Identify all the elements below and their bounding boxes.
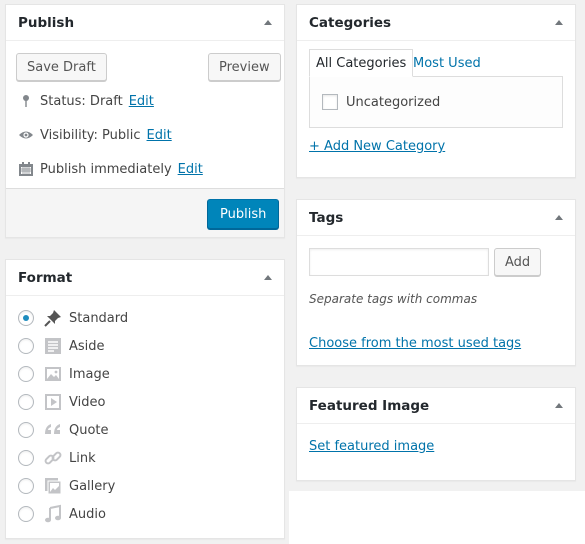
format-header[interactable]: Format: [6, 260, 284, 296]
format-option-standard[interactable]: Standard: [18, 308, 128, 328]
format-label-aside: Aside: [69, 338, 105, 354]
visibility-label: Visibility: Public: [40, 127, 141, 143]
format-radio-link[interactable]: [18, 450, 34, 466]
format-label-video: Video: [69, 394, 106, 410]
schedule-row: Publish immediately Edit: [18, 161, 203, 177]
collapse-arrow-icon[interactable]: [555, 403, 563, 408]
empty-area: [289, 491, 585, 544]
featured-image-title: Featured Image: [309, 397, 430, 414]
tags-box: Tags Add Separate tags with commas Choos…: [296, 199, 576, 366]
add-tag-button[interactable]: Add: [494, 248, 542, 276]
edit-visibility-link[interactable]: Edit: [147, 128, 172, 143]
format-option-video[interactable]: Video: [18, 392, 105, 412]
tags-header[interactable]: Tags: [297, 200, 575, 236]
tab-most-used[interactable]: Most Used: [407, 49, 487, 77]
format-option-quote[interactable]: Quote: [18, 420, 109, 440]
publish-title: Publish: [18, 14, 75, 31]
format-option-audio[interactable]: Audio: [18, 504, 106, 524]
format-radio-quote[interactable]: [18, 422, 34, 438]
featured-image-header[interactable]: Featured Image: [297, 388, 575, 424]
video-icon: [45, 394, 61, 410]
visibility-row: Visibility: Public Edit: [18, 127, 172, 143]
publish-button[interactable]: Publish: [207, 199, 280, 229]
tab-most-used-label: Most Used: [413, 55, 481, 71]
format-option-gallery[interactable]: Gallery: [18, 476, 115, 496]
format-title: Format: [18, 269, 73, 286]
schedule-label: Publish immediately: [40, 161, 172, 177]
format-radio-gallery[interactable]: [18, 478, 34, 494]
calendar-icon: [19, 162, 33, 176]
eye-icon: [19, 131, 33, 139]
music-note-icon: [45, 504, 61, 523]
format-box: Format Standard Aside Image Video Quote …: [5, 259, 285, 539]
format-radio-audio[interactable]: [18, 506, 34, 522]
set-featured-image-link[interactable]: Set featured image: [309, 439, 434, 454]
format-radio-standard[interactable]: [18, 310, 34, 326]
edit-status-link[interactable]: Edit: [129, 94, 154, 109]
pushpin-icon: [44, 310, 61, 327]
format-label-link: Link: [69, 450, 96, 466]
format-radio-aside[interactable]: [18, 338, 34, 354]
category-checkbox[interactable]: [322, 94, 338, 110]
tags-hint: Separate tags with commas: [309, 292, 478, 306]
preview-button[interactable]: Preview: [208, 53, 281, 81]
edit-schedule-link[interactable]: Edit: [178, 162, 203, 177]
format-label-quote: Quote: [69, 422, 109, 438]
publish-header[interactable]: Publish: [6, 5, 284, 41]
tags-title: Tags: [309, 209, 344, 226]
format-label-standard: Standard: [69, 310, 129, 326]
choose-most-used-tags-link[interactable]: Choose from the most used tags: [309, 336, 521, 351]
format-radio-image[interactable]: [18, 366, 34, 382]
gallery-icon: [45, 478, 62, 495]
featured-image-box: Featured Image Set featured image: [296, 387, 576, 481]
status-row: Status: Draft Edit: [18, 93, 154, 109]
format-label-image: Image: [69, 366, 110, 382]
tab-all-categories-label: All Categories: [316, 55, 407, 71]
category-item[interactable]: Uncategorized: [322, 94, 440, 110]
tab-all-categories[interactable]: All Categories: [309, 49, 414, 77]
format-radio-video[interactable]: [18, 394, 34, 410]
collapse-arrow-icon[interactable]: [264, 275, 272, 280]
status-label: Status: Draft: [40, 93, 123, 109]
image-icon: [45, 367, 61, 381]
collapse-arrow-icon[interactable]: [555, 215, 563, 220]
tag-input[interactable]: [309, 248, 489, 276]
link-icon: [44, 451, 62, 465]
add-new-category-link[interactable]: + Add New Category: [309, 139, 445, 154]
categories-title: Categories: [309, 14, 392, 31]
format-option-aside[interactable]: Aside: [18, 336, 105, 356]
format-label-audio: Audio: [69, 506, 106, 522]
format-option-image[interactable]: Image: [18, 364, 110, 384]
category-label: Uncategorized: [346, 94, 441, 110]
pin-icon: [23, 95, 29, 107]
quote-icon: [45, 424, 60, 434]
save-draft-button[interactable]: Save Draft: [16, 53, 107, 81]
aside-icon: [45, 338, 61, 354]
category-list: Uncategorized: [309, 76, 563, 128]
format-label-gallery: Gallery: [69, 478, 116, 494]
format-option-link[interactable]: Link: [18, 448, 96, 468]
categories-header[interactable]: Categories: [297, 5, 575, 41]
categories-box: Categories All Categories Most Used Unca…: [296, 4, 576, 178]
collapse-arrow-icon[interactable]: [264, 20, 272, 25]
collapse-arrow-icon[interactable]: [555, 20, 563, 25]
publish-box: Publish Save Draft Preview Status: Draft…: [5, 4, 285, 238]
